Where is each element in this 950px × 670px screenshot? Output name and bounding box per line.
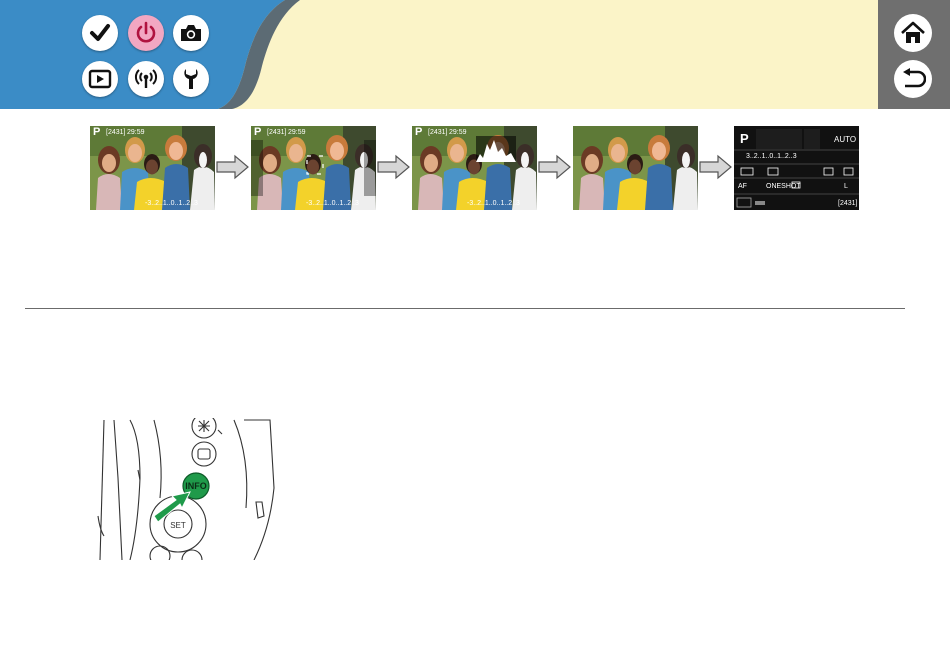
sample-photo [251, 126, 376, 210]
sequence-arrow-icon [699, 154, 732, 180]
nav-basic-operations-button[interactable] [82, 15, 118, 51]
screen-no-info-display [573, 126, 698, 210]
panel-drive: ONESHOT [766, 183, 801, 190]
screen-shooting-info-panel: P AUTO 3..2..1..0..1..2..3 AF ONESHOT L … [734, 126, 859, 210]
power-icon [136, 21, 156, 43]
home-button[interactable] [894, 14, 932, 52]
shots-remaining: [2431] [106, 129, 126, 136]
playback-icon [88, 69, 112, 89]
time-remaining: 29:59 [127, 129, 145, 136]
panel-mode: P [740, 131, 749, 146]
panel-exposure-scale: 3..2..1..0..1..2..3 [746, 153, 797, 160]
nav-playback-button[interactable] [82, 61, 118, 97]
sample-photo [90, 126, 215, 210]
shots-remaining: [2431] [267, 129, 287, 136]
info-button-label: INFO [185, 481, 207, 491]
sample-photo [573, 126, 698, 210]
camera-back-illustration: INFO SET [94, 418, 280, 560]
shooting-mode: P [415, 126, 423, 138]
wireless-icon [134, 69, 158, 88]
dial-label: SET [170, 521, 186, 530]
screen-histogram-display: P [2431] 29:59 -3..2..1..0..1..2..3 [412, 126, 537, 210]
header-bar [0, 0, 950, 109]
exposure-scale: -3..2..1..0..1..2..3 [306, 200, 359, 207]
screen-standard-display: P [2431] 29:59 -3..2..1..0..1..2..3 [90, 126, 215, 210]
home-icon [901, 21, 925, 43]
screen-detailed-display: P [2431] 29:59 -3..2..1..0..1..2..3 [251, 126, 376, 210]
shots-remaining: [2431] [428, 129, 448, 136]
section-divider [25, 308, 905, 309]
nav-settings-button[interactable] [173, 61, 209, 97]
camera-icon [181, 25, 201, 41]
time-remaining: 29:59 [288, 129, 306, 136]
panel-shots: [2431] [838, 200, 858, 207]
wrench-icon [184, 69, 198, 89]
panel-iso: AUTO [834, 135, 857, 144]
sample-photo [412, 126, 537, 210]
panel-quality: L [844, 183, 848, 190]
press-arrow-icon [153, 491, 191, 523]
sequence-arrow-icon [377, 154, 410, 180]
nav-wireless-button[interactable] [128, 61, 164, 97]
check-icon [90, 24, 110, 41]
shooting-mode: P [93, 126, 101, 138]
back-icon [903, 68, 926, 88]
panel-af: AF [738, 183, 747, 190]
sequence-arrow-icon [538, 154, 571, 180]
nav-basic-guide-button[interactable] [128, 15, 164, 51]
exposure-scale: -3..2..1..0..1..2..3 [145, 200, 198, 207]
camera-line-drawing: INFO SET [97, 418, 275, 560]
sequence-arrow-icon [216, 154, 249, 180]
exposure-scale: -3..2..1..0..1..2..3 [467, 200, 520, 207]
time-remaining: 29:59 [449, 129, 467, 136]
nav-shooting-button[interactable] [173, 15, 209, 51]
back-button[interactable] [894, 60, 932, 98]
shooting-mode: P [254, 126, 262, 138]
